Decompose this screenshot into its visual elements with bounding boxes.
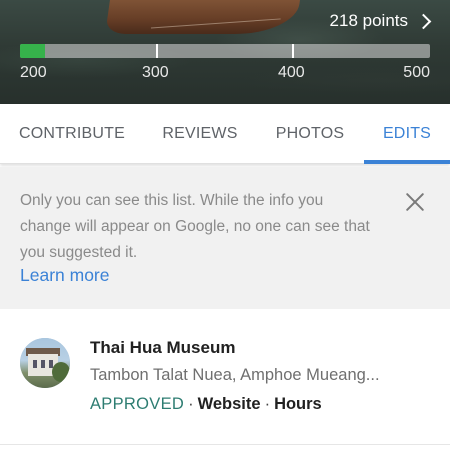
info-banner-text: Only you can see this list. While the in… (20, 192, 370, 261)
points-link[interactable]: 218 points (330, 10, 428, 32)
contribution-header: 218 points 200 300 400 500 (0, 0, 450, 104)
tab-reviews[interactable]: REVIEWS (144, 104, 256, 164)
points-progress-bar (20, 44, 430, 58)
points-label: 218 points (329, 11, 408, 30)
separator: · (188, 395, 194, 413)
status-badge: APPROVED (90, 395, 185, 413)
tab-edits[interactable]: EDITS (364, 104, 450, 164)
edit-status-line: APPROVED · Website · Hours (90, 395, 322, 414)
learn-more-link[interactable]: Learn more (20, 265, 110, 286)
tick-label: 500 (403, 64, 430, 81)
progress-tick-labels: 200 300 400 500 (20, 64, 430, 84)
progress-tick-400 (292, 44, 294, 58)
progress-tick-300 (156, 44, 158, 58)
points-progress-fill (20, 44, 45, 58)
tick-label: 400 (278, 64, 305, 81)
close-icon[interactable] (404, 191, 426, 213)
thumbnail-tree (52, 362, 70, 382)
tab-contribute[interactable]: CONTRIBUTE (0, 104, 144, 164)
list-item[interactable]: Thai Hua Museum Tambon Talat Nuea, Ampho… (0, 309, 450, 445)
place-thumbnail (20, 338, 70, 388)
place-title: Thai Hua Museum (90, 338, 236, 357)
edited-field: Hours (274, 395, 322, 413)
separator: · (264, 395, 271, 413)
contribution-tabs: CONTRIBUTE REVIEWS PHOTOS EDITS (0, 104, 450, 164)
chevron-right-icon (418, 13, 428, 29)
tick-label: 300 (142, 64, 169, 81)
tab-photos[interactable]: PHOTOS (256, 104, 364, 164)
edited-field: Website (197, 395, 261, 413)
thumbnail-window (33, 360, 37, 368)
place-address: Tambon Talat Nuea, Amphoe Mueang... (90, 366, 380, 384)
thumbnail-window (41, 360, 45, 368)
tick-label: 200 (20, 64, 47, 81)
